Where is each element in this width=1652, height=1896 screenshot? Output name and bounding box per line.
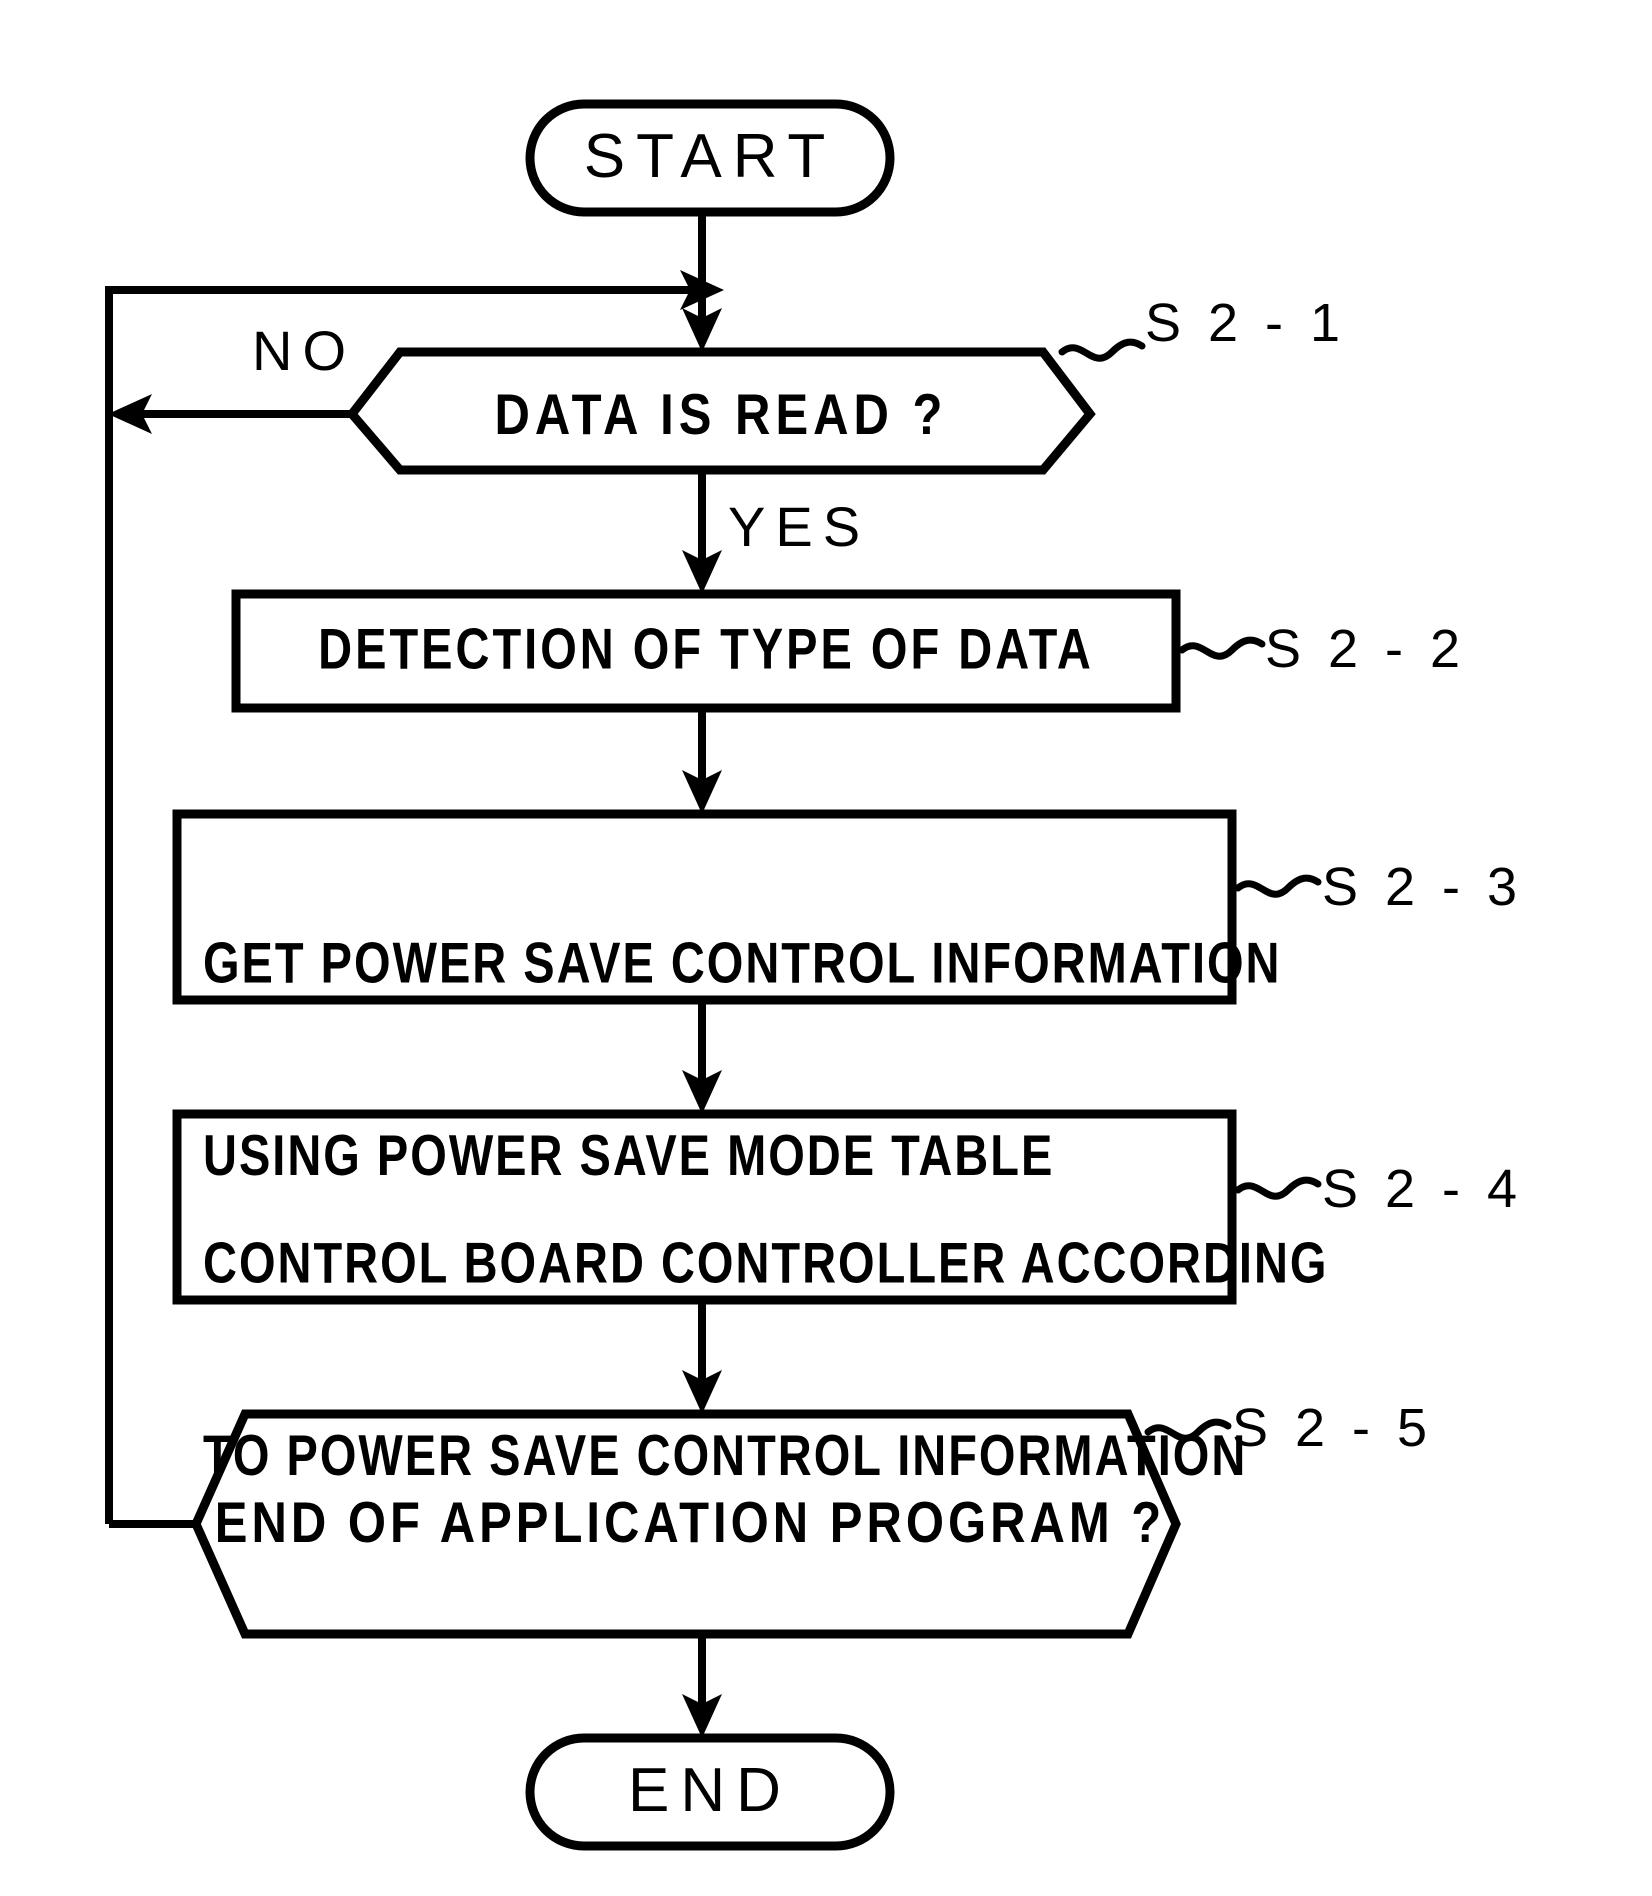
step-label-s2-3: S 2 - 3 [1322,857,1524,917]
step-label-s2-4: S 2 - 4 [1322,1159,1524,1219]
node-process-detect-label: DETECTION OF TYPE OF DATA [318,616,1094,681]
node-process-control-line1: CONTROL BOARD CONTROLLER ACCORDING [203,1229,1329,1295]
node-decision-read-label: DATA IS READ ? [494,383,948,447]
step-label-s2-5: S 2 - 5 [1232,1398,1434,1458]
squiggle-s2-1 [1058,338,1146,362]
branch-label-no: NO [252,319,356,382]
flowchart-canvas: START NO DATA IS READ ? S 2 - 1 YES DETE… [0,0,1652,1896]
node-process-control-line2: TO POWER SAVE CONTROL INFORMATION [203,1422,1248,1487]
squiggle-s2-4 [1234,1176,1322,1200]
node-end-label: END [628,1756,792,1825]
squiggle-s2-2 [1178,636,1266,660]
node-decision-end-label: END OF APPLICATION PROGRAM ? [214,1491,1166,1555]
squiggle-s2-3 [1234,874,1322,898]
step-label-s2-2: S 2 - 2 [1265,619,1467,679]
node-start-label: START [583,122,837,191]
branch-label-yes: YES [728,495,871,558]
node-process-get-line1: GET POWER SAVE CONTROL INFORMATION [203,929,1282,995]
step-label-s2-1: S 2 - 1 [1145,293,1347,353]
